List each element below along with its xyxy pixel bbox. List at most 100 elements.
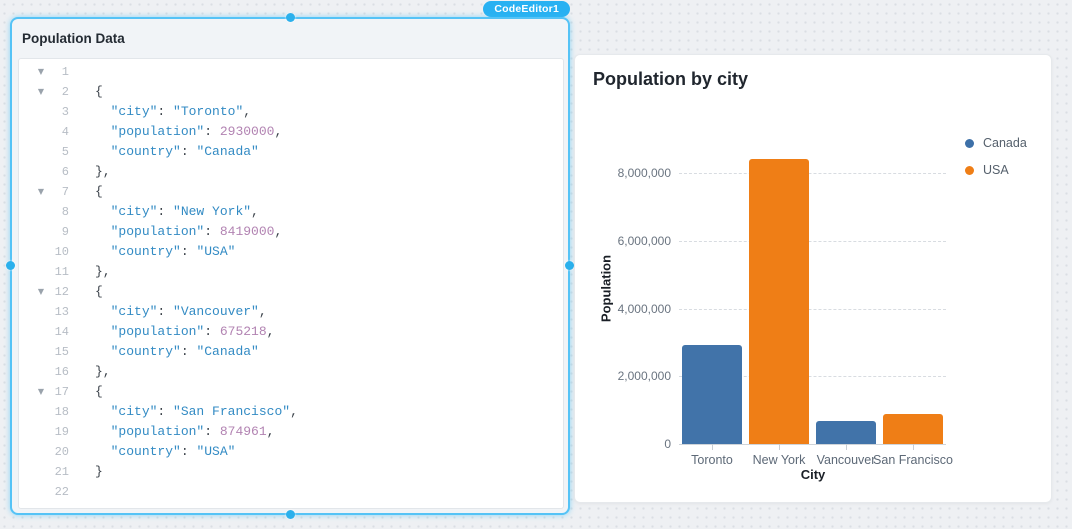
- line-number: 3: [61, 105, 69, 119]
- code-text: "country": "USA": [110, 444, 236, 459]
- fold-gutter: [33, 442, 49, 462]
- fold-gutter: [33, 422, 49, 442]
- code-text: "city": "Vancouver",: [110, 304, 267, 319]
- x-tick-label: San Francisco: [873, 453, 953, 467]
- legend-dot-icon: [965, 138, 974, 148]
- gridline: [679, 240, 946, 242]
- line-number: 22: [54, 485, 69, 499]
- code-line: 11},: [19, 262, 563, 282]
- code-line: ▼ 12 {: [19, 282, 563, 302]
- code-line: 21}: [19, 462, 563, 482]
- line-number: 15: [54, 345, 69, 359]
- line-number: 13: [54, 305, 69, 319]
- resize-handle-right[interactable]: [565, 261, 574, 270]
- app-canvas[interactable]: CodeEditor1 Population Data ▼ 1 ▼ 2 {3 "city…: [0, 0, 1072, 529]
- code-line: 5 "country": "Canada": [19, 142, 563, 162]
- fold-gutter: [33, 482, 49, 502]
- resize-handle-left[interactable]: [6, 261, 15, 270]
- fold-gutter: [33, 342, 49, 362]
- code-text: {: [95, 184, 103, 199]
- fold-gutter: [33, 262, 49, 282]
- legend-label: USA: [983, 163, 1009, 177]
- line-number: 19: [54, 425, 69, 439]
- code-text: "city": "Toronto",: [110, 104, 252, 119]
- resize-handle-top[interactable]: [286, 13, 295, 22]
- fold-gutter: [33, 102, 49, 122]
- fold-gutter: [33, 142, 49, 162]
- code-line: 14 "population": 675218,: [19, 322, 563, 342]
- fold-arrow-icon[interactable]: ▼: [33, 62, 49, 82]
- y-tick-label: 2,000,000: [617, 369, 671, 384]
- fold-gutter: [33, 202, 49, 222]
- code-line: ▼ 2 {: [19, 82, 563, 102]
- code-editor-widget[interactable]: Population Data ▼ 1 ▼ 2 {3 "city": "Toronto"…: [10, 17, 570, 515]
- line-number: 6: [61, 165, 69, 179]
- line-number: 20: [54, 445, 69, 459]
- code-editor-title: Population Data: [22, 31, 125, 46]
- code-text: {: [95, 284, 103, 299]
- code-line: 8 "city": "New York",: [19, 202, 563, 222]
- code-editor-textarea[interactable]: ▼ 1 ▼ 2 {3 "city": "Toronto", 4 "population":…: [18, 58, 564, 509]
- fold-arrow-icon[interactable]: ▼: [33, 182, 49, 202]
- code-text: "country": "Canada": [110, 344, 259, 359]
- code-text: "population": 675218,: [110, 324, 275, 339]
- fold-gutter: [33, 322, 49, 342]
- gridline: [679, 173, 946, 174]
- fold-gutter: [33, 242, 49, 262]
- line-number: 14: [54, 325, 69, 339]
- fold-gutter: [33, 402, 49, 422]
- line-number: 5: [61, 145, 69, 159]
- line-number: 11: [54, 265, 69, 279]
- x-tick-mark: [779, 444, 780, 450]
- fold-gutter: [33, 302, 49, 322]
- code-text: {: [95, 84, 103, 99]
- line-number: 7: [61, 185, 69, 199]
- legend-label: Canada: [983, 136, 1027, 150]
- code-text: },: [95, 364, 111, 379]
- code-line: 9 "population": 8419000,: [19, 222, 563, 242]
- selected-widget-name-badge: CodeEditor1: [483, 1, 570, 17]
- line-number: 2: [61, 85, 69, 99]
- code-line: ▼ 7 {: [19, 182, 563, 202]
- line-number: 21: [54, 465, 69, 479]
- y-tick-label: 6,000,000: [617, 233, 671, 248]
- line-number: 4: [61, 125, 69, 139]
- code-text: "city": "San Francisco",: [110, 404, 298, 419]
- fold-gutter: [33, 462, 49, 482]
- line-number: 1: [61, 65, 69, 79]
- chart-bar-toronto[interactable]: [682, 345, 742, 444]
- code-line: 13 "city": "Vancouver",: [19, 302, 563, 322]
- gridline: [679, 308, 946, 310]
- code-line: ▼ 17 {: [19, 382, 563, 402]
- chart-plot-area: 0 2,000,000 4,000,000 6,000,000 8,000,000 Tor…: [575, 55, 1051, 502]
- code-text: "population": 8419000,: [110, 224, 283, 239]
- chart-bar-new-york[interactable]: [749, 159, 809, 444]
- code-text: },: [95, 264, 111, 279]
- fold-arrow-icon[interactable]: ▼: [33, 382, 49, 402]
- code-line: 16},: [19, 362, 563, 382]
- x-tick-mark: [712, 444, 713, 450]
- code-line: 20 "country": "USA": [19, 442, 563, 462]
- y-tick-label: 0: [664, 437, 671, 451]
- line-number: 8: [61, 205, 69, 219]
- y-tick-label: 8,000,000: [617, 166, 671, 180]
- code-text: "population": 874961,: [110, 424, 275, 439]
- fold-arrow-icon[interactable]: ▼: [33, 82, 49, 102]
- chart-bar-san-francisco[interactable]: [883, 414, 943, 444]
- code-line: 10 "country": "USA": [19, 242, 563, 262]
- x-tick-mark: [846, 444, 847, 450]
- code-text: "country": "Canada": [110, 144, 259, 159]
- fold-gutter: [33, 362, 49, 382]
- fold-arrow-icon[interactable]: ▼: [33, 282, 49, 302]
- line-number: 16: [54, 365, 69, 379]
- fold-gutter: [33, 122, 49, 142]
- code-text: "population": 2930000,: [110, 124, 283, 139]
- code-line: 18 "city": "San Francisco",: [19, 402, 563, 422]
- legend-item-usa[interactable]: USA: [965, 162, 1027, 178]
- line-number: 10: [54, 245, 69, 259]
- legend-item-canada[interactable]: Canada: [965, 135, 1027, 151]
- chart-bar-vancouver[interactable]: [816, 421, 876, 444]
- chart-widget[interactable]: Population by city Population City 0 2,00…: [574, 54, 1052, 503]
- resize-handle-bottom[interactable]: [286, 510, 295, 519]
